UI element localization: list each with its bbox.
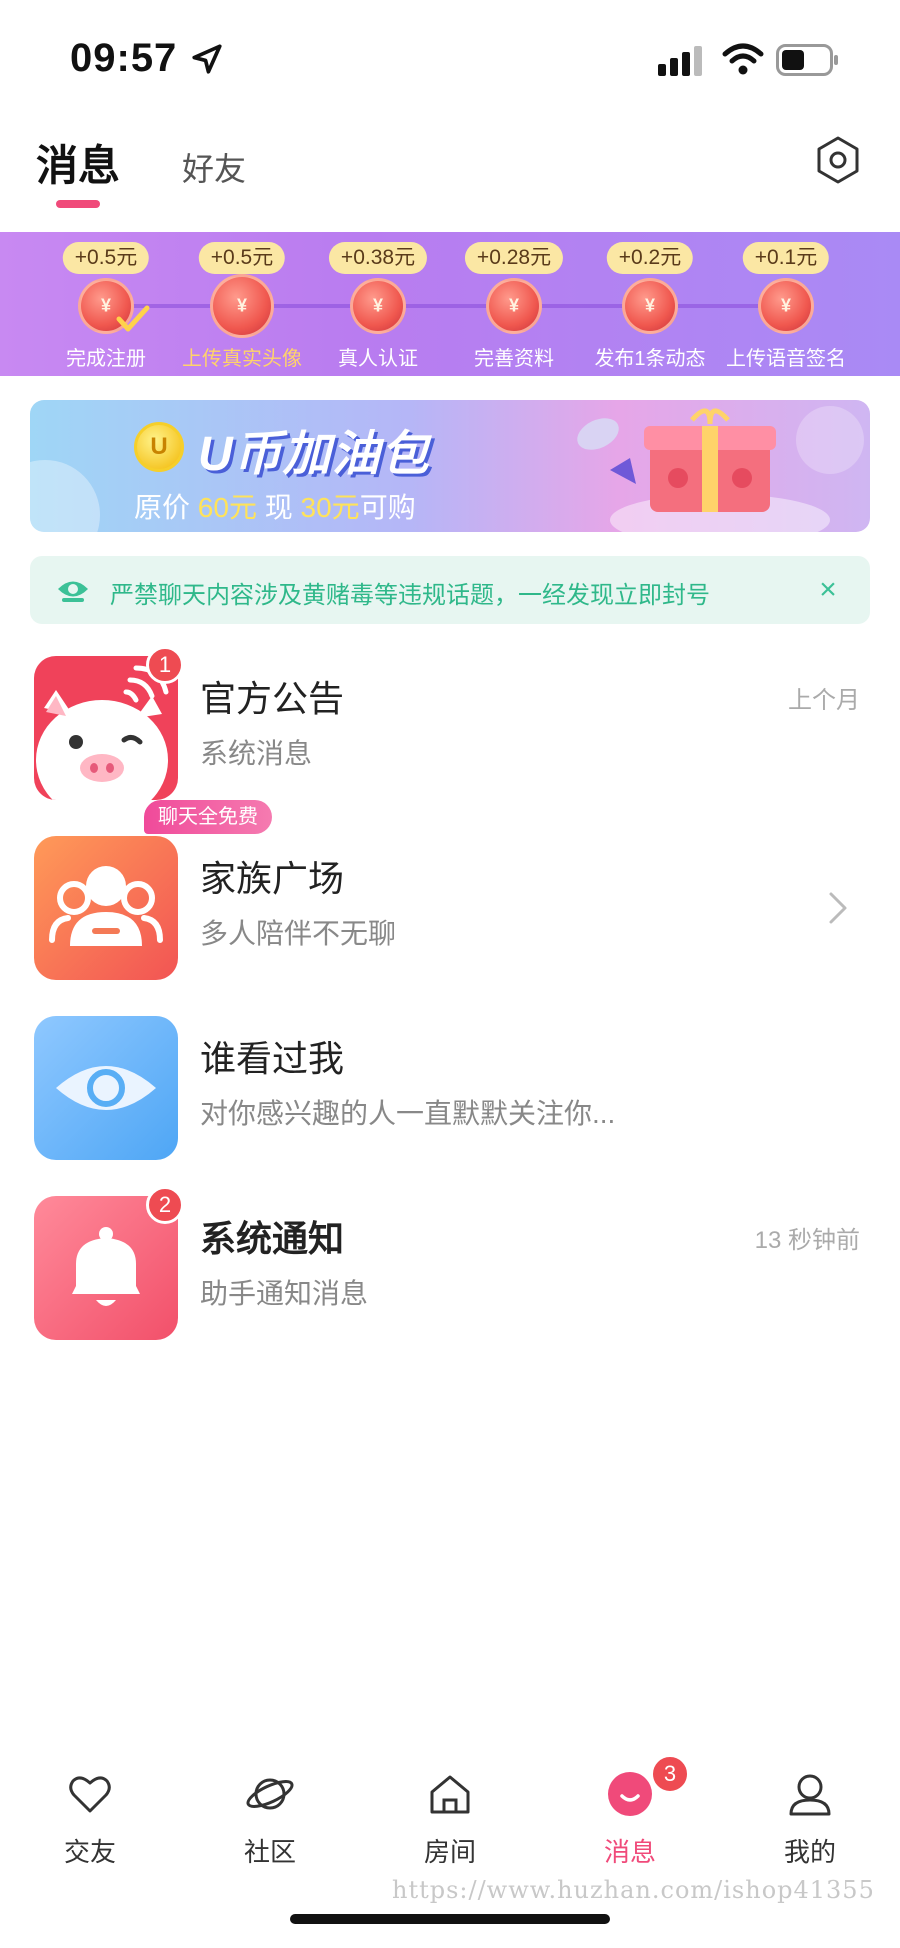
list-item-system-notice[interactable]: 2 系统通知 助手通知消息 13 秒钟前 [0, 1180, 900, 1360]
watermark-text: https://www.huzhan.com/ishop41355 [392, 1876, 875, 1904]
unread-badge: 1 [146, 646, 184, 684]
list-item-family-square[interactable]: 聊天全免费 家族广场 多人陪伴不无聊 [0, 800, 900, 1000]
chevron-right-icon [829, 892, 847, 924]
reward-step-register[interactable]: +0.5元 ¥ 完成注册 [38, 242, 174, 372]
nav-item-rooms[interactable]: 房间 [360, 1752, 540, 1872]
nav-label: 房间 [423, 1837, 476, 1867]
reward-amount: +0.5元 [198, 242, 286, 274]
list-item-time: 13 秒钟前 [754, 1227, 860, 1254]
red-packet-icon: ¥ [622, 278, 678, 334]
bottom-nav: 交友 社区 房间 3 消息 我的 [0, 1752, 900, 1872]
ucoin-promo-banner[interactable]: U U币加油包 原价 60元 现 30元可购 [30, 400, 870, 532]
notice-text: 严禁聊天内容涉及黄赌毒等违规话题，一经发现立即封号 [110, 582, 710, 609]
task-reward-strip: +0.5元 ¥ 完成注册 +0.5元 ¥ 上传真实头像 +0.38元 ¥ 真人认… [0, 232, 900, 376]
reward-amount: +0.38元 [328, 242, 428, 274]
home-icon [430, 1775, 470, 1814]
red-packet-icon: ¥ [486, 278, 542, 334]
price-prefix: 原价 [134, 492, 191, 523]
reward-step-verify[interactable]: +0.38元 ¥ 真人认证 [310, 242, 446, 372]
list-item-subtitle: 系统消息 [200, 738, 313, 769]
heart-icon [69, 1776, 111, 1813]
eye-shield-icon [58, 581, 88, 602]
ucoin-letter: U [150, 433, 168, 460]
warning-notice-bar: 严禁聊天内容涉及黄赌毒等违规话题，一经发现立即封号 × [30, 556, 870, 624]
signal-icon [658, 46, 702, 76]
header: 消息 好友 [0, 110, 900, 230]
user-icon [789, 1774, 831, 1816]
nav-label: 消息 [603, 1837, 656, 1867]
location-arrow-icon [192, 44, 222, 74]
promo-title: U币加油包 [198, 428, 430, 481]
eye-icon [34, 1016, 178, 1160]
nav-label: 社区 [243, 1837, 296, 1867]
tab-friends[interactable]: 好友 [182, 144, 246, 190]
avatar [34, 836, 178, 980]
reward-amount: +0.2元 [606, 242, 694, 274]
tab-messages[interactable]: 消息 [36, 132, 120, 193]
list-item-title: 系统通知 [200, 1218, 345, 1259]
nav-item-friends[interactable]: 交友 [0, 1752, 180, 1872]
reward-label: 真人认证 [338, 348, 418, 370]
nav-label: 我的 [783, 1837, 836, 1867]
group-people-icon [34, 836, 178, 980]
red-packet-icon: ¥ [758, 278, 814, 334]
home-indicator[interactable] [290, 1914, 610, 1924]
tab-active-indicator [56, 200, 100, 208]
list-item-official-announcement[interactable]: 1 官方公告 系统消息 上个月 [0, 640, 900, 820]
nav-label: 交友 [63, 1837, 116, 1867]
price-mid: 现 [264, 492, 293, 523]
ucoin-icon: U [134, 422, 184, 472]
chat-bubble-icon [608, 1772, 652, 1816]
unread-badge: 3 [650, 1754, 690, 1794]
reward-label: 上传语音签名 [726, 348, 846, 370]
reward-amount: +0.28元 [464, 242, 564, 274]
list-item-time: 上个月 [788, 687, 860, 714]
avatar [34, 1016, 178, 1160]
reward-amount: +0.5元 [62, 242, 150, 274]
original-price: 60元 [197, 492, 257, 523]
decor-bubble [30, 460, 100, 532]
list-item-subtitle: 对你感兴趣的人一直默默关注你... [200, 1098, 616, 1129]
free-chat-tag: 聊天全免费 [144, 800, 272, 834]
settings-hexagon-icon[interactable] [812, 134, 864, 186]
planet-icon [246, 1778, 294, 1810]
wifi-icon [722, 43, 764, 75]
battery-icon [776, 44, 838, 76]
red-packet-icon: ¥ [210, 274, 274, 338]
list-item-subtitle: 助手通知消息 [200, 1278, 369, 1309]
reward-amount: +0.1元 [742, 242, 830, 274]
list-item-title: 家族广场 [200, 858, 345, 899]
reward-step-avatar[interactable]: +0.5元 ¥ 上传真实头像 [174, 242, 310, 372]
red-packet-icon: ¥ [350, 278, 406, 334]
promo-subtitle: 原价 60元 现 30元可购 [134, 486, 416, 526]
reward-step-post[interactable]: +0.2元 ¥ 发布1条动态 [582, 242, 718, 372]
check-icon [116, 305, 150, 332]
nav-item-messages[interactable]: 3 消息 [540, 1752, 720, 1872]
list-item-who-viewed-me[interactable]: 谁看过我 对你感兴趣的人一直默默关注你... [0, 1000, 900, 1180]
reward-label: 完成注册 [66, 348, 146, 370]
nav-item-profile[interactable]: 我的 [720, 1752, 900, 1872]
close-icon[interactable]: × [808, 570, 848, 610]
unread-badge: 2 [146, 1186, 184, 1224]
reward-step-profile[interactable]: +0.28元 ¥ 完善资料 [446, 242, 582, 372]
status-time: 09:57 [70, 36, 178, 80]
reward-label: 上传真实头像 [182, 348, 302, 370]
price-suffix: 可购 [359, 492, 416, 523]
reward-step-voice[interactable]: +0.1元 ¥ 上传语音签名 [718, 242, 854, 372]
gift-stage-illustration [577, 406, 864, 532]
list-item-subtitle: 多人陪伴不无聊 [200, 918, 397, 949]
list-item-title: 官方公告 [200, 678, 345, 719]
list-item-title: 谁看过我 [200, 1038, 345, 1079]
nav-item-community[interactable]: 社区 [180, 1752, 360, 1872]
sale-price: 30元 [300, 492, 360, 523]
reward-label: 发布1条动态 [594, 348, 706, 370]
status-bar: 09:57 [0, 0, 900, 110]
reward-label: 完善资料 [474, 348, 554, 370]
